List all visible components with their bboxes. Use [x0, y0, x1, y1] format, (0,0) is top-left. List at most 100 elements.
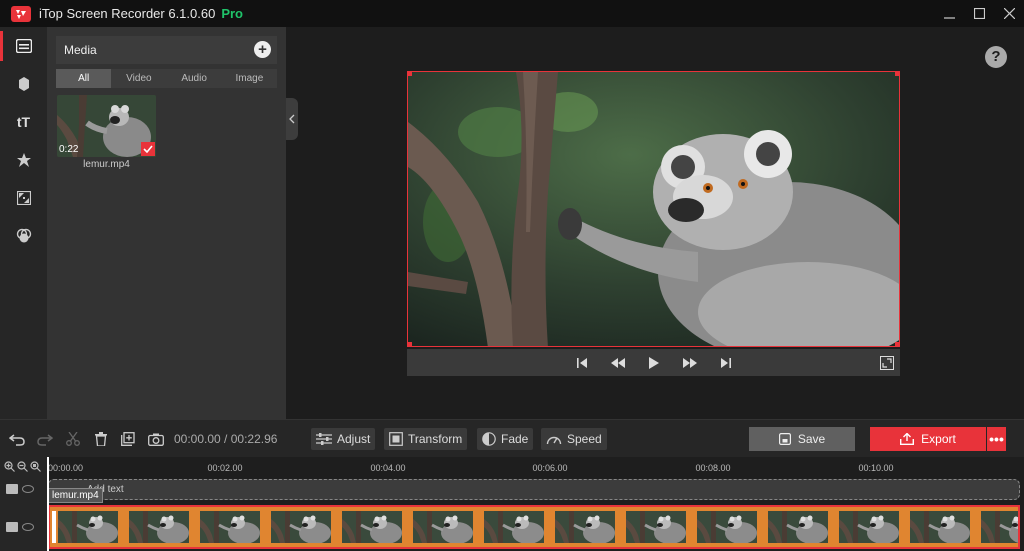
zoom-out-icon[interactable] — [17, 461, 28, 472]
speed-label: Speed — [567, 432, 602, 446]
redo-button[interactable] — [36, 430, 54, 448]
total-time: 00:22.96 — [230, 432, 278, 446]
resize-handle[interactable] — [408, 342, 412, 346]
redo-icon — [37, 434, 53, 446]
speed-button[interactable]: Speed — [541, 428, 607, 450]
minimize-icon — [943, 17, 955, 19]
filter-icon — [16, 228, 31, 243]
lemur-video-frame — [408, 72, 899, 346]
scissors-icon — [66, 432, 80, 446]
clip-frame — [626, 511, 686, 543]
trim-handle[interactable] — [52, 511, 56, 543]
sticker-icon — [16, 153, 31, 167]
camera-icon — [148, 433, 164, 446]
fast-forward-button[interactable] — [672, 357, 708, 368]
selected-check-icon[interactable] — [141, 142, 155, 156]
undo-icon — [9, 434, 25, 446]
help-button[interactable]: ? — [985, 46, 1007, 68]
video-track-icon — [6, 522, 18, 532]
edit-toolbar: 00:00.00 / 00:22.96 Adjust Transform Fad… — [0, 419, 1024, 457]
tab-audio[interactable]: Audio — [167, 69, 222, 88]
text-icon: tT — [16, 114, 31, 130]
rewind-icon — [610, 357, 625, 368]
rail-item-text[interactable]: tT — [0, 103, 47, 141]
rail-item-effects[interactable] — [0, 65, 47, 103]
duplicate-button[interactable] — [119, 430, 137, 448]
resize-handle[interactable] — [895, 342, 899, 346]
rewind-button[interactable] — [600, 357, 636, 368]
adjust-label: Adjust — [337, 432, 371, 446]
media-tabs: All Video Audio Image — [56, 69, 277, 88]
fullscreen-button[interactable] — [880, 356, 894, 370]
tick-label: 00:08.00 — [695, 463, 731, 473]
text-track[interactable]: Add text — [48, 479, 1020, 500]
rail-item-transition[interactable] — [0, 179, 47, 217]
snapshot-button[interactable] — [147, 430, 165, 448]
export-label: Export — [921, 432, 956, 446]
zoom-fit-icon[interactable] — [30, 461, 41, 472]
add-media-button[interactable]: + — [254, 41, 271, 58]
video-preview[interactable] — [407, 71, 900, 347]
skip-end-button[interactable] — [708, 357, 744, 368]
time-ruler[interactable]: 00:00.00 00:02.00 00:04.00 00:06.00 00:0… — [47, 457, 1024, 475]
fade-icon — [482, 432, 496, 446]
cut-button[interactable] — [64, 430, 82, 448]
media-title: Media — [64, 43, 97, 57]
tab-image[interactable]: Image — [222, 69, 277, 88]
trash-icon — [95, 432, 107, 446]
maximize-icon — [973, 8, 985, 19]
video-clip[interactable] — [48, 505, 1020, 549]
sliders-icon — [316, 433, 332, 445]
skip-start-icon — [576, 357, 587, 368]
rail-item-sticker[interactable] — [0, 141, 47, 179]
pro-badge: Pro — [221, 6, 243, 21]
playhead[interactable] — [47, 457, 49, 551]
clip-frame — [413, 511, 473, 543]
fade-button[interactable]: Fade — [477, 428, 534, 450]
media-panel: Media + All Video Audio Image 0:22 lemur… — [47, 27, 286, 419]
export-icon — [900, 433, 915, 445]
export-more-button[interactable]: ••• — [987, 427, 1006, 451]
eye-icon[interactable] — [22, 523, 34, 531]
play-button[interactable] — [636, 356, 672, 369]
clip-frame — [271, 511, 331, 543]
zoom-in-icon[interactable] — [4, 461, 15, 472]
minimize-button[interactable] — [934, 0, 964, 27]
media-thumbnail[interactable]: 0:22 — [57, 95, 156, 157]
clip-frame — [555, 511, 615, 543]
collapse-panel-button[interactable] — [286, 98, 298, 140]
save-button[interactable]: Save — [749, 427, 855, 451]
transform-button[interactable]: Transform — [384, 428, 468, 450]
left-rail: tT — [0, 27, 47, 419]
delete-button[interactable] — [92, 430, 110, 448]
speedometer-icon — [546, 433, 562, 445]
clip-frame — [697, 511, 757, 543]
rail-item-media[interactable] — [0, 27, 47, 65]
skip-start-button[interactable] — [564, 357, 600, 368]
media-header: Media + — [56, 36, 277, 64]
window-controls — [934, 0, 1024, 27]
text-track-icon — [6, 484, 18, 494]
export-button[interactable]: Export — [870, 427, 986, 451]
save-icon — [778, 433, 791, 445]
thumbnail-duration: 0:22 — [59, 144, 79, 155]
timeline-tools — [0, 457, 47, 551]
undo-button[interactable] — [8, 430, 26, 448]
clip-name-tag: lemur.mp4 — [48, 488, 103, 503]
media-item-name: lemur.mp4 — [83, 159, 130, 170]
tab-video[interactable]: Video — [111, 69, 166, 88]
tick-label: 00:10.00 — [858, 463, 894, 473]
tab-all[interactable]: All — [56, 69, 112, 88]
clip-frame — [129, 511, 189, 543]
adjust-button[interactable]: Adjust — [311, 428, 376, 450]
close-button[interactable] — [994, 0, 1024, 27]
eye-icon[interactable] — [22, 485, 34, 493]
rail-item-filter[interactable] — [0, 217, 47, 255]
resize-handle[interactable] — [895, 72, 899, 76]
transform-icon — [389, 432, 403, 446]
media-icon — [15, 39, 32, 53]
timeline: 00:00.00 00:02.00 00:04.00 00:06.00 00:0… — [0, 457, 1024, 551]
maximize-button[interactable] — [964, 0, 994, 27]
resize-handle[interactable] — [408, 72, 412, 76]
duplicate-icon — [121, 432, 135, 446]
